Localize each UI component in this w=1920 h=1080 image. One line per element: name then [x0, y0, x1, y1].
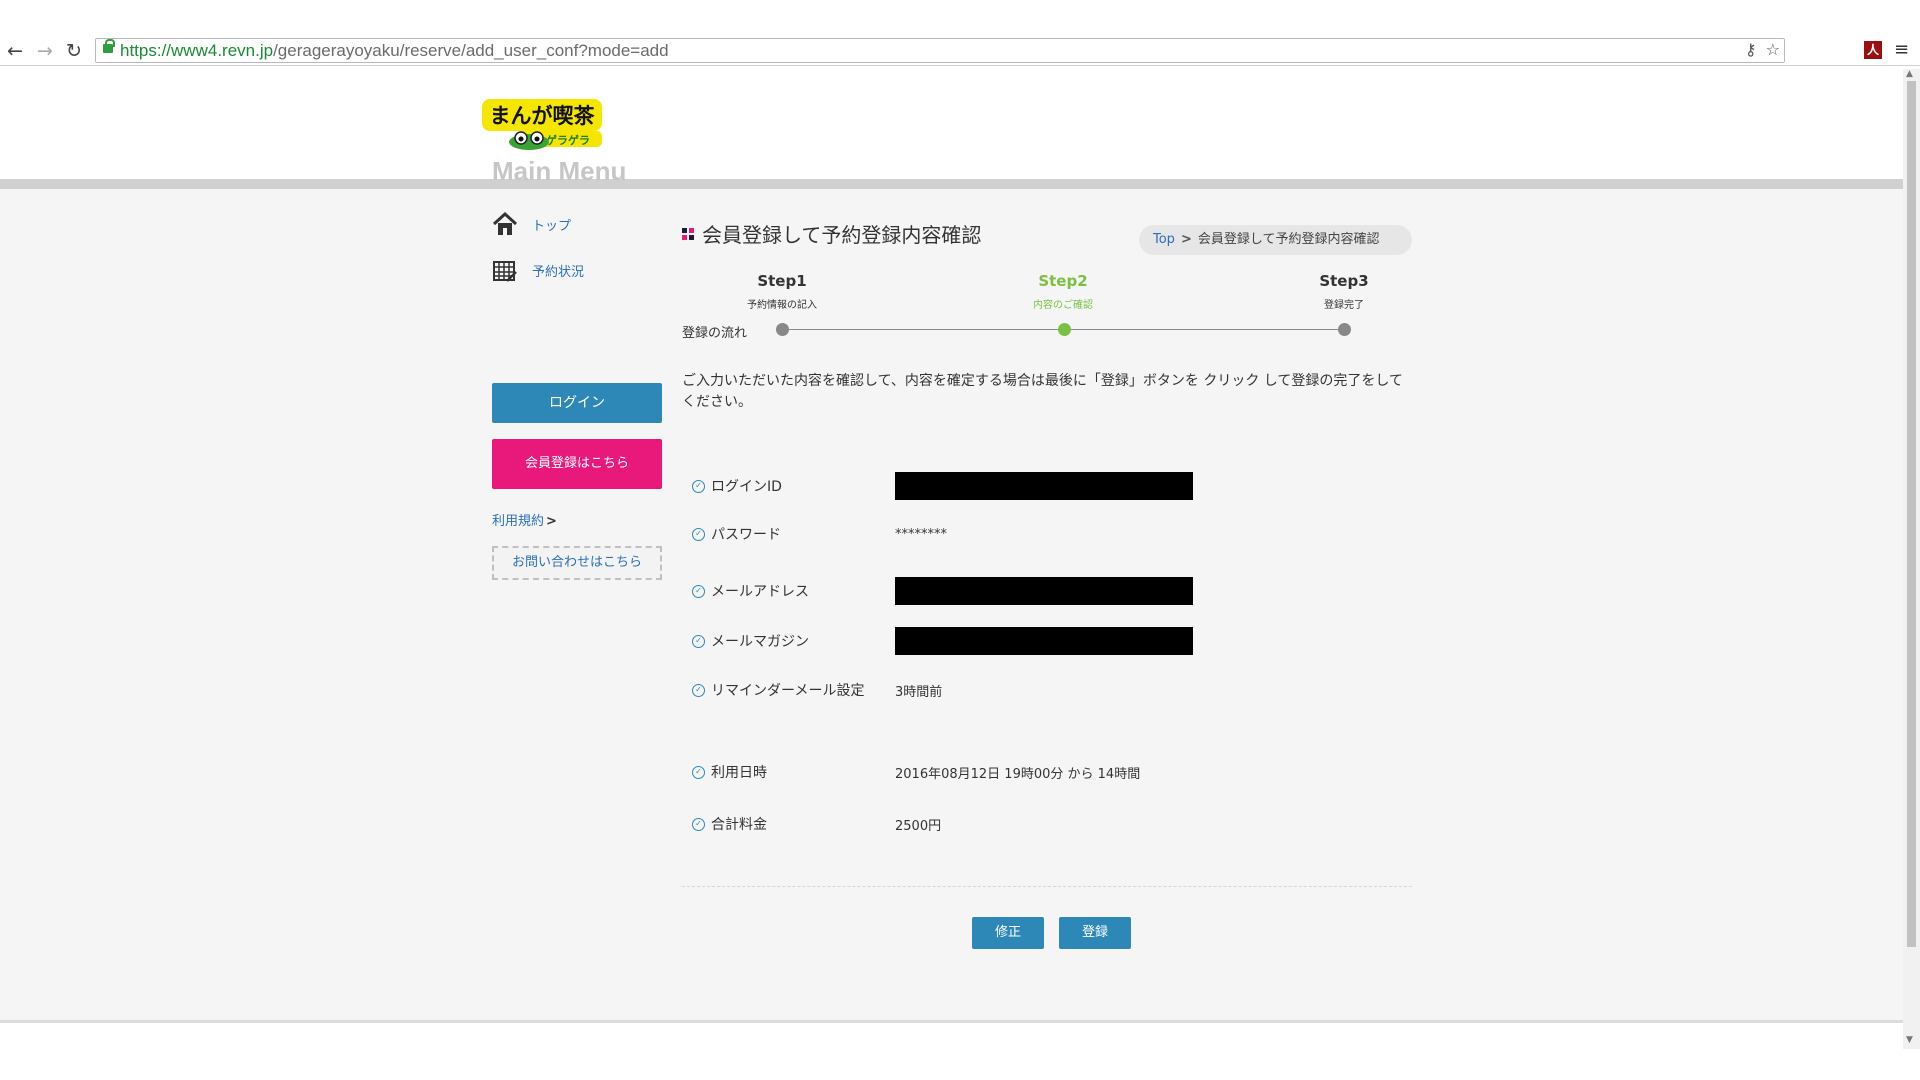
back-arrow-icon[interactable]: ←: [4, 40, 26, 62]
redacted-value: [895, 627, 1193, 655]
reload-icon[interactable]: ↻: [63, 40, 85, 62]
field-password: ✓ パスワード ********: [692, 524, 947, 544]
main-menu-title: Main Menu: [492, 156, 627, 186]
step-desc: 内容のご確認: [1033, 300, 1093, 311]
intro-text: ご入力いただいた内容を確認して、内容を確定する場合は最後に「登録」ボタンを クリ…: [682, 373, 1403, 410]
terms-link-label[interactable]: 利用規約: [492, 514, 544, 529]
site-header: まんが喫茶 ゲラゲラ: [0, 69, 1903, 179]
scroll-thumb[interactable]: [1907, 81, 1916, 947]
redacted-value: [895, 472, 1193, 500]
address-bar[interactable]: https://www4.revn.jp/geragerayoyaku/rese…: [95, 38, 1785, 63]
login-button[interactable]: ログイン: [492, 383, 662, 423]
logo-text-bottom: ゲラゲラ: [546, 133, 590, 147]
browser-toolbar: ← → ↻ https://www4.revn.jp/geragerayoyak…: [0, 36, 1920, 66]
field-usage-datetime: ✓ 利用日時 2016年08月12日 19時00分 から 14時間: [692, 762, 1140, 782]
field-value: 2500円: [895, 818, 942, 834]
field-label: メールマガジン: [711, 634, 809, 650]
browser-menu-icon[interactable]: ≡: [1894, 39, 1909, 60]
sidebar-item-reservation-status[interactable]: 予約状況: [492, 257, 584, 283]
field-label: リマインダーメール設定: [711, 683, 865, 699]
sidebar-item-label[interactable]: トップ: [532, 215, 571, 234]
field-label: パスワード: [711, 527, 781, 543]
step-2: Step2 内容のご確認: [993, 272, 1133, 311]
check-circle-icon: ✓: [692, 584, 705, 598]
page: まんが喫茶 ゲラゲラ Main Menu トップ 予約状況 ログイン 会員登録は…: [0, 69, 1903, 1059]
step-2-dot: [1058, 323, 1071, 336]
step-desc: 登録完了: [1324, 300, 1364, 311]
sidebar-item-top[interactable]: トップ: [492, 211, 571, 237]
chevron-right-icon: >: [546, 514, 557, 529]
check-circle-icon: ✓: [692, 527, 705, 541]
url-text: https://www4.revn.jp/geragerayoyaku/rese…: [120, 41, 669, 60]
form-divider: [682, 886, 1412, 887]
key-icon[interactable]: ⚷: [1745, 40, 1757, 59]
logo-text-top: まんが喫茶: [490, 104, 596, 128]
scroll-down-arrow-icon[interactable]: ▼: [1906, 1035, 1913, 1045]
field-label: 合計料金: [711, 817, 767, 833]
field-total-price: ✓ 合計料金 2500円: [692, 814, 941, 834]
header-divider: [0, 179, 1903, 189]
step-name: Step3: [1319, 272, 1369, 290]
field-value: 3時間前: [895, 684, 943, 700]
scroll-up-arrow-icon[interactable]: ▲: [1906, 69, 1913, 79]
pdf-extension-icon[interactable]: 人: [1864, 41, 1882, 59]
step-1-dot: [776, 323, 789, 336]
title-bullet-icon: [682, 227, 694, 240]
home-icon: [492, 211, 518, 235]
member-register-button[interactable]: 会員登録はこちら: [492, 439, 662, 489]
page-scrollbar[interactable]: ▲ ▼: [1903, 69, 1920, 1049]
address-bar-icons: ⚷ ☆: [1745, 40, 1780, 59]
check-circle-icon: ✓: [692, 479, 705, 493]
check-circle-icon: ✓: [692, 634, 705, 648]
check-circle-icon: ✓: [692, 817, 705, 831]
flow-label: 登録の流れ: [682, 326, 748, 341]
terms-link[interactable]: 利用規約 >: [492, 510, 557, 529]
check-circle-icon: ✓: [692, 683, 705, 697]
page-title-text: 会員登録して予約登録内容確認: [702, 223, 982, 247]
step-name: Step2: [1038, 272, 1088, 290]
field-email: ✓ メールアドレス: [692, 577, 1193, 605]
field-label: ログインID: [711, 479, 782, 495]
step-3: Step3 登録完了: [1274, 272, 1414, 311]
chevron-right-icon: >: [1180, 232, 1192, 247]
breadcrumb: Top > 会員登録して予約登録内容確認: [1139, 225, 1412, 255]
breadcrumb-top-link[interactable]: Top: [1153, 232, 1175, 247]
step-name: Step1: [757, 272, 807, 290]
breadcrumb-current: 会員登録して予約登録内容確認: [1197, 232, 1380, 247]
field-value: 2016年08月12日 19時00分 から 14時間: [895, 766, 1141, 782]
calendar-icon: [493, 261, 517, 282]
field-value: ********: [895, 526, 947, 542]
edit-button[interactable]: 修正: [972, 917, 1044, 949]
page-title: 会員登録して予約登録内容確認: [682, 219, 981, 248]
check-circle-icon: ✓: [692, 765, 705, 779]
field-label: 利用日時: [711, 765, 767, 781]
step-1: Step1 予約情報の記入: [712, 272, 852, 311]
field-label: メールアドレス: [711, 584, 809, 600]
step-desc: 予約情報の記入: [747, 300, 817, 311]
contact-button[interactable]: お問い合わせはこちら: [492, 546, 662, 580]
star-icon[interactable]: ☆: [1766, 40, 1780, 59]
step-3-dot: [1338, 323, 1351, 336]
site-logo[interactable]: まんが喫茶 ゲラゲラ: [482, 97, 604, 151]
lock-icon: [103, 39, 115, 53]
submit-button[interactable]: 登録: [1059, 917, 1131, 949]
forward-arrow-icon[interactable]: →: [34, 40, 56, 62]
field-login-id: ✓ ログインID: [692, 472, 1193, 500]
site-footer: [0, 1023, 1903, 1059]
field-mail-magazine: ✓ メールマガジン: [692, 627, 1193, 655]
sidebar-item-label[interactable]: 予約状況: [532, 261, 584, 280]
field-reminder: ✓ リマインダーメール設定 3時間前: [692, 680, 942, 700]
redacted-value: [895, 577, 1193, 605]
